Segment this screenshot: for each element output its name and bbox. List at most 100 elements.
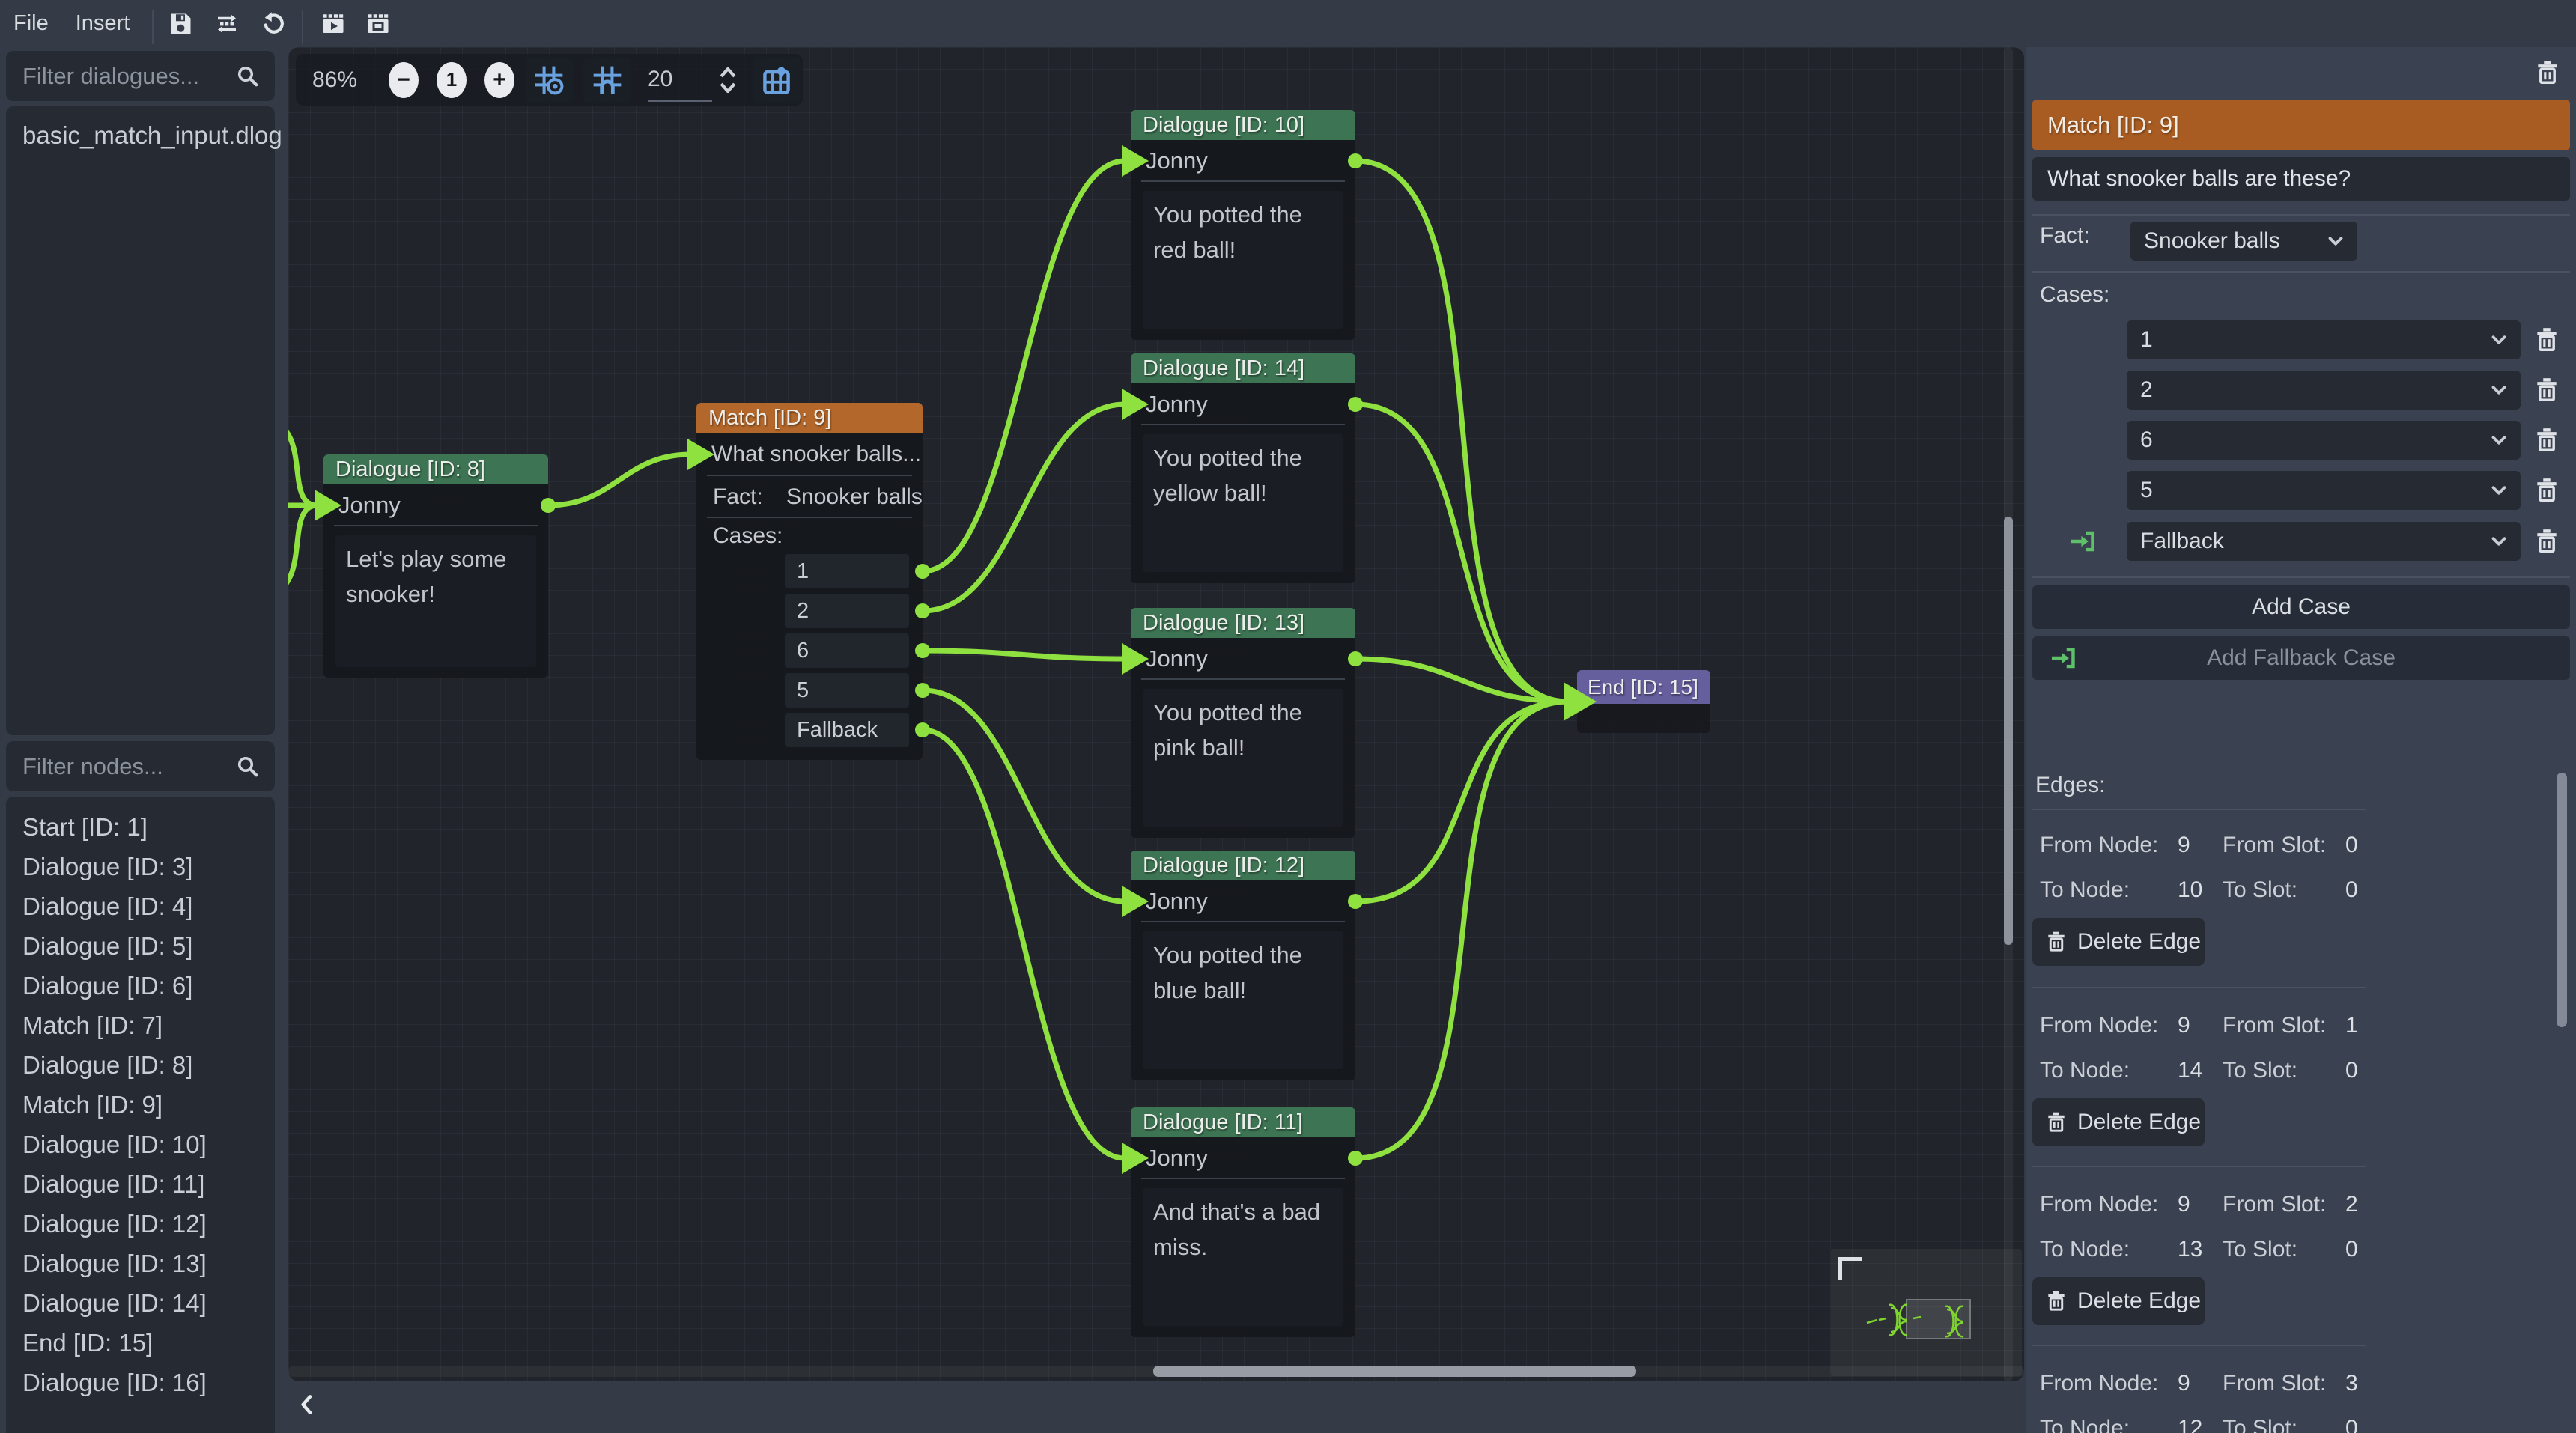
add-case-button[interactable]: Add Case (2032, 585, 2570, 629)
node-text[interactable]: And that's a bad miss. (1143, 1188, 1343, 1326)
case-slot-1[interactable]: 1 (785, 554, 909, 588)
delete-case-6-button[interactable] (2533, 426, 2561, 454)
node-header[interactable]: Match [ID: 9] (696, 403, 923, 433)
node-list-item-dialogue-12[interactable]: Dialogue [ID: 12] (6, 1204, 275, 1244)
zoom-reset-button[interactable]: 1 (437, 62, 467, 98)
inspector-scrollbar-thumb[interactable] (2557, 773, 2567, 1027)
node-speaker[interactable]: Jonny (1131, 880, 1355, 922)
graph-node-dialogue-14[interactable]: Dialogue [ID: 14] Jonny You potted the y… (1131, 353, 1355, 583)
case-slot-5[interactable]: 5 (785, 673, 909, 708)
sync-translations-icon[interactable] (212, 9, 242, 39)
delete-edge-button-3[interactable]: Delete Edge (2032, 1277, 2205, 1325)
fact-dropdown[interactable]: Snooker balls (2130, 222, 2357, 261)
snap-step-spinner[interactable] (717, 64, 739, 97)
delete-case-fallback-button[interactable] (2533, 527, 2561, 556)
filter-dialogues-input[interactable] (6, 51, 232, 101)
snap-magnet-toggle-button[interactable] (583, 57, 631, 103)
node-text[interactable]: Let's play some snooker! (335, 535, 536, 667)
node-header[interactable]: End [ID: 15] (1577, 670, 1710, 704)
minimap-toggle-button[interactable] (753, 57, 801, 103)
zoom-in-button[interactable]: + (484, 62, 514, 98)
save-icon[interactable] (165, 9, 195, 39)
filter-nodes-input[interactable] (6, 741, 232, 791)
graph-node-dialogue-12[interactable]: Dialogue [ID: 12] Jonny You potted the b… (1131, 851, 1355, 1080)
graph-node-dialogue-8[interactable]: Dialogue [ID: 8] Jonny Let's play some s… (323, 454, 548, 678)
node-text[interactable]: You potted the yellow ball! (1143, 434, 1343, 572)
snap-step-input[interactable]: 20 (648, 58, 712, 102)
node-list-item-match-7[interactable]: Match [ID: 7] (6, 1005, 275, 1045)
delete-node-button[interactable] (2533, 58, 2562, 87)
graph-canvas[interactable]: 86% − 1 + 20 Dialogue [ID: 8] Jonny Let'… (288, 47, 2024, 1381)
delete-edge-label: Delete Edge (2077, 929, 2201, 955)
case-dropdown-5[interactable]: 5 (2127, 471, 2521, 510)
graph-node-match-9[interactable]: Match [ID: 9] What snooker balls... Fact… (696, 403, 923, 760)
node-list-item-dialogue-16[interactable]: Dialogue [ID: 16] (6, 1363, 275, 1402)
node-list-item-dialogue-3[interactable]: Dialogue [ID: 3] (6, 847, 275, 886)
node-list-item-dialogue-6[interactable]: Dialogue [ID: 6] (6, 966, 275, 1005)
dialogue-file-item[interactable]: basic_match_input.dlog (6, 115, 275, 155)
node-header[interactable]: Dialogue [ID: 14] (1131, 353, 1355, 383)
chevron-left-icon (295, 1390, 319, 1420)
node-list-item-dialogue-14[interactable]: Dialogue [ID: 14] (6, 1283, 275, 1323)
new-dialogue-box-icon[interactable] (363, 9, 393, 39)
node-text[interactable]: You potted the pink ball! (1143, 689, 1343, 827)
delete-case-5-button[interactable] (2533, 476, 2561, 505)
collapse-panel-button[interactable] (295, 1387, 325, 1423)
minimap-viewport[interactable] (1906, 1299, 1971, 1339)
node-list-item-dialogue-8[interactable]: Dialogue [ID: 8] (6, 1045, 275, 1085)
node-speaker[interactable]: Jonny (1131, 1137, 1355, 1179)
menu-file[interactable]: File (0, 0, 62, 47)
node-header[interactable]: Dialogue [ID: 10] (1131, 110, 1355, 140)
delete-edge-button-1[interactable]: Delete Edge (2032, 918, 2205, 966)
trash-icon (2533, 376, 2561, 404)
minimap-icon (760, 64, 793, 97)
node-list-item-dialogue-5[interactable]: Dialogue [ID: 5] (6, 926, 275, 966)
node-list-item-dialogue-10[interactable]: Dialogue [ID: 10] (6, 1125, 275, 1164)
case-dropdown-2[interactable]: 2 (2127, 371, 2521, 410)
node-list-item-match-9[interactable]: Match [ID: 9] (6, 1085, 275, 1125)
from-slot-value: 0 (2345, 833, 2358, 858)
zoom-out-button[interactable]: − (389, 62, 419, 98)
node-list-item-dialogue-13[interactable]: Dialogue [ID: 13] (6, 1244, 275, 1283)
minimap[interactable] (1831, 1249, 2022, 1376)
canvas-hscroll-thumb[interactable] (1153, 1366, 1636, 1377)
graph-node-dialogue-10[interactable]: Dialogue [ID: 10] Jonny You potted the r… (1131, 110, 1355, 340)
node-speaker[interactable]: Jonny (1131, 638, 1355, 680)
match-question-input[interactable] (2032, 157, 2570, 201)
node-speaker[interactable]: Jonny (323, 484, 548, 526)
node-list-item-dialogue-4[interactable]: Dialogue [ID: 4] (6, 886, 275, 926)
minimap-grabber-icon[interactable] (1838, 1257, 1862, 1280)
case-dropdown-6[interactable]: 6 (2127, 421, 2521, 460)
match-question[interactable]: What snooker balls... (696, 433, 923, 476)
menu-insert[interactable]: Insert (62, 0, 144, 47)
node-header[interactable]: Dialogue [ID: 12] (1131, 851, 1355, 880)
add-fallback-case-button[interactable]: Add Fallback Case (2032, 636, 2570, 680)
case-slot-2[interactable]: 2 (785, 594, 909, 628)
node-header[interactable]: Dialogue [ID: 8] (323, 454, 548, 484)
delete-case-2-button[interactable] (2533, 376, 2561, 404)
canvas-vscroll-thumb[interactable] (2004, 517, 2013, 945)
graph-node-dialogue-13[interactable]: Dialogue [ID: 13] Jonny You potted the p… (1131, 608, 1355, 838)
delete-edge-button-2[interactable]: Delete Edge (2032, 1098, 2205, 1146)
case-dropdown-1[interactable]: 1 (2127, 320, 2521, 359)
case-slot-fallback[interactable]: Fallback (785, 713, 909, 747)
play-dialogue-icon[interactable] (318, 9, 348, 39)
delete-case-1-button[interactable] (2533, 326, 2561, 354)
snap-grid-toggle-button[interactable] (525, 57, 573, 103)
graph-node-end-15[interactable]: End [ID: 15] (1577, 670, 1710, 733)
case-dropdown-fallback[interactable]: Fallback (2127, 522, 2521, 561)
node-header[interactable]: Dialogue [ID: 11] (1131, 1107, 1355, 1137)
graph-node-dialogue-11[interactable]: Dialogue [ID: 11] Jonny And that's a bad… (1131, 1107, 1355, 1337)
node-list-item-start-1[interactable]: Start [ID: 1] (6, 807, 275, 847)
node-header[interactable]: Dialogue [ID: 13] (1131, 608, 1355, 638)
node-list-item-end-15[interactable]: End [ID: 15] (6, 1323, 275, 1363)
node-list-item-dialogue-11[interactable]: Dialogue [ID: 11] (6, 1164, 275, 1204)
node-text[interactable]: You potted the red ball! (1143, 191, 1343, 329)
chevron-down-icon (2488, 429, 2510, 451)
node-speaker[interactable]: Jonny (1131, 383, 1355, 425)
node-text[interactable]: You potted the blue ball! (1143, 931, 1343, 1069)
node-speaker[interactable]: Jonny (1131, 140, 1355, 182)
case-slot-6[interactable]: 6 (785, 633, 909, 668)
fact-value[interactable]: Snooker balls (786, 484, 923, 510)
undo-icon[interactable] (258, 9, 288, 39)
